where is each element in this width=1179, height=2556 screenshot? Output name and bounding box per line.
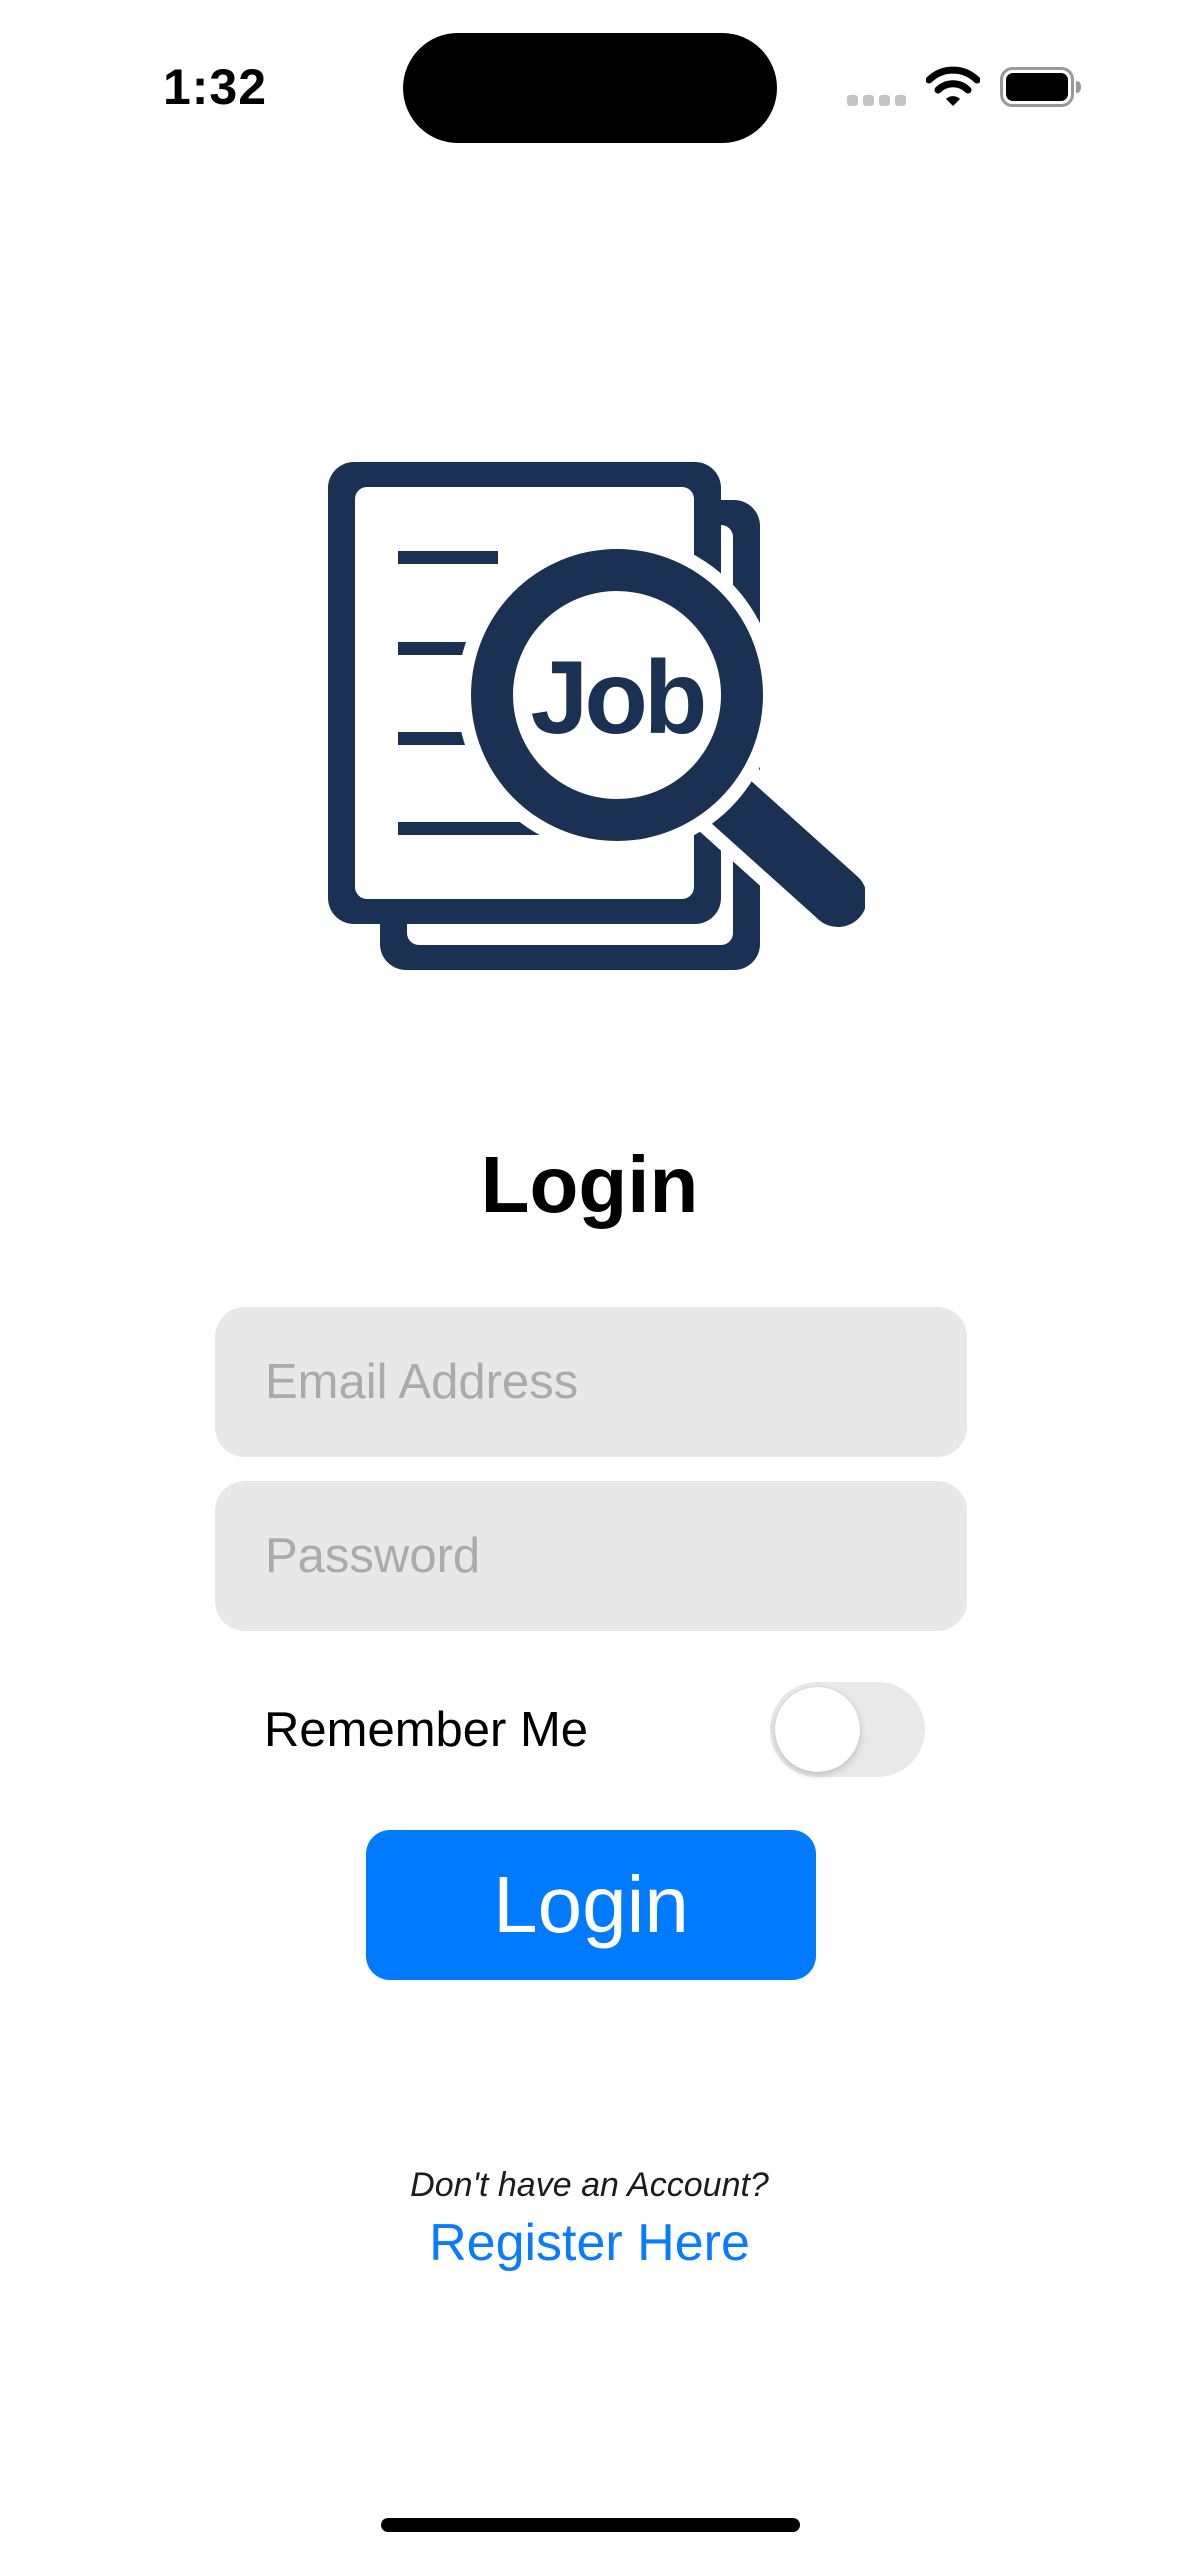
no-account-prompt: Don't have an Account? xyxy=(410,2166,769,2204)
login-button[interactable]: Login xyxy=(366,1830,816,1980)
email-field[interactable] xyxy=(215,1307,967,1457)
logo-text: Job xyxy=(531,640,704,756)
remember-me-label: Remember Me xyxy=(264,1703,589,1757)
remember-me-toggle[interactable] xyxy=(770,1682,925,1777)
status-time: 1:32 xyxy=(162,59,268,115)
password-field[interactable] xyxy=(215,1481,967,1631)
register-link[interactable]: Register Here xyxy=(0,2208,1179,2278)
home-indicator[interactable] xyxy=(381,2518,800,2532)
cellular-signal-icon xyxy=(847,95,907,107)
dynamic-island xyxy=(403,33,777,143)
job-search-logo: Job xyxy=(328,462,865,970)
wifi-icon xyxy=(926,66,980,106)
page-title: Login xyxy=(480,1140,699,1229)
battery-icon xyxy=(1000,67,1081,107)
toggle-knob xyxy=(775,1687,860,1772)
